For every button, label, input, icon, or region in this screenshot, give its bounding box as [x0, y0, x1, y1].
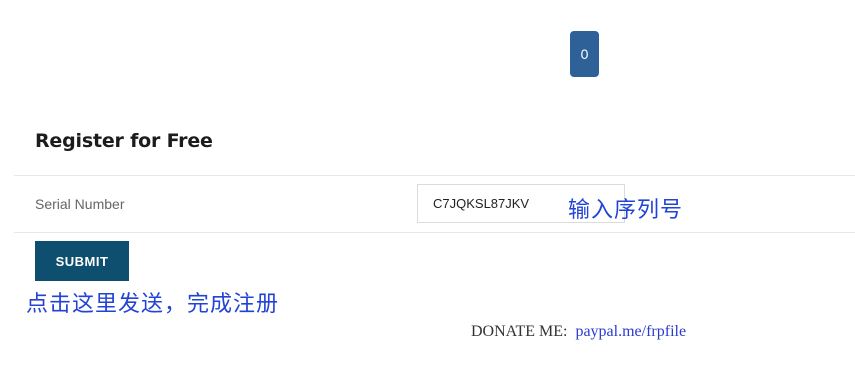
divider-bottom	[14, 232, 855, 233]
donate-label: DONATE ME:	[471, 323, 568, 340]
serial-number-label: Serial Number	[35, 196, 125, 212]
counter-badge[interactable]: 0	[570, 31, 599, 77]
serial-hint-annotation: 输入序列号	[568, 198, 684, 223]
page-title: Register for Free	[35, 130, 213, 152]
submit-button[interactable]: SUBMIT	[35, 241, 129, 281]
donate-paypal-link[interactable]: paypal.me/frpfile	[575, 323, 686, 340]
divider-top	[14, 175, 855, 176]
submit-hint-annotation: 点击这里发送，完成注册	[26, 292, 280, 317]
donate-row: DONATE ME: paypal.me/frpfile	[471, 323, 686, 341]
